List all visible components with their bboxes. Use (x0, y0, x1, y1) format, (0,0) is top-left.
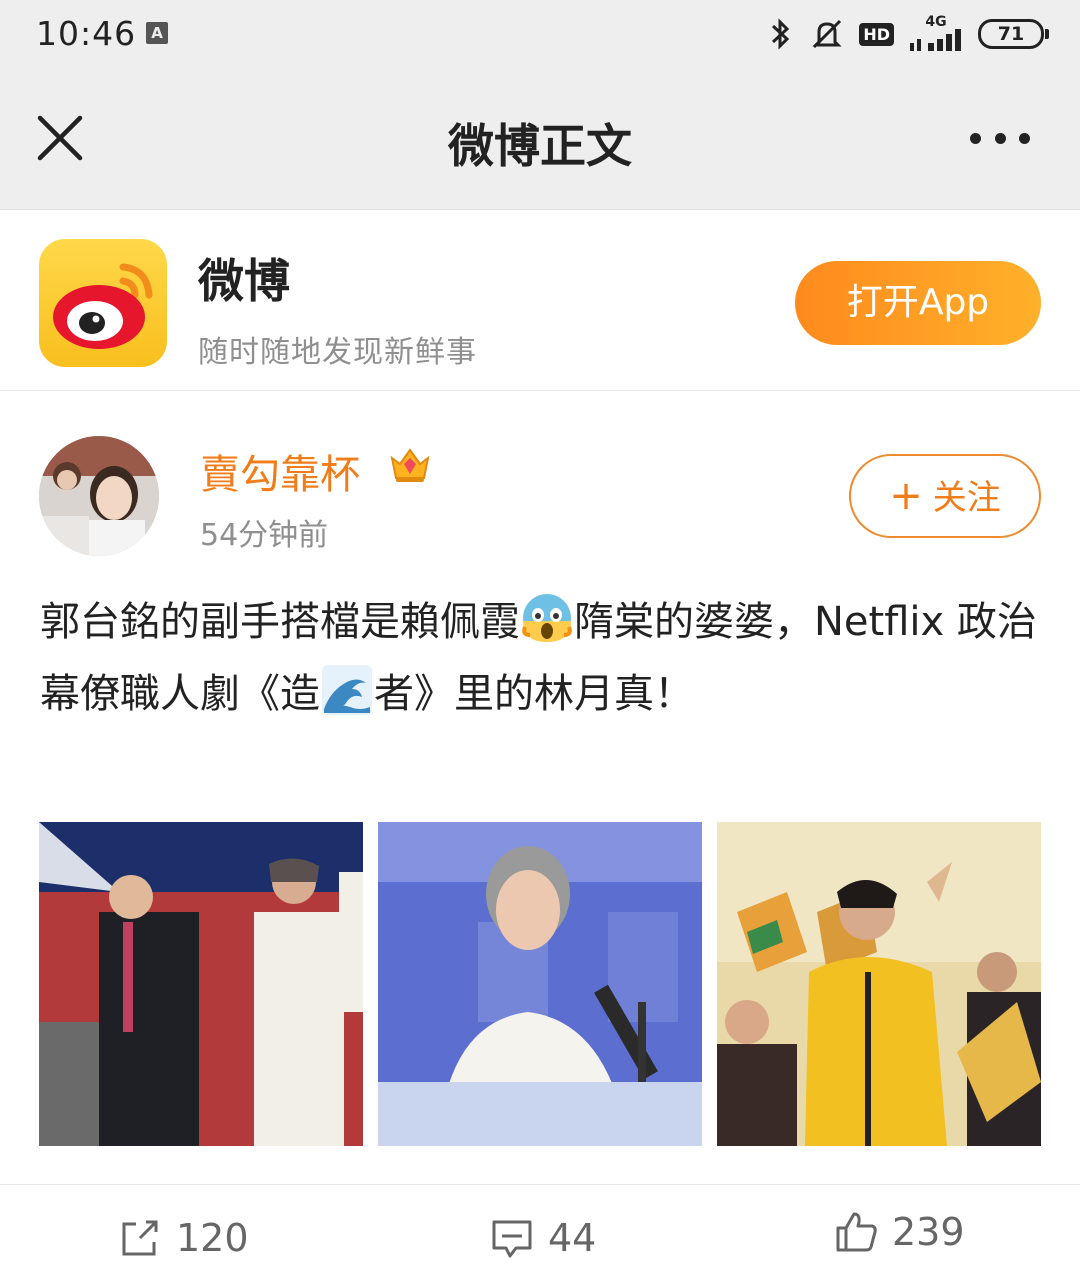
follow-label: 关注 (932, 478, 1001, 518)
thumbs-up-icon (836, 1212, 877, 1252)
open-app-button[interactable]: 打开App (795, 261, 1041, 345)
comment-count: 44 (548, 1216, 597, 1260)
comment-icon (492, 1220, 532, 1258)
post-text: 郭台銘的副手搭檔是賴佩霞 隋棠的婆婆，Netflix 政治幕僚職人劇《造 者》里… (40, 586, 1045, 730)
status-bar: 10:46 A HD 4G 71 (0, 0, 1080, 70)
hd-badge: HD (859, 22, 894, 46)
repost-button[interactable]: 120 (118, 1213, 249, 1263)
nav-bar: 微博正文 (0, 70, 1080, 210)
repost-icon (122, 1220, 158, 1256)
status-time: 10:46 (36, 14, 137, 53)
username[interactable]: 賣勾靠杯 (200, 442, 360, 500)
crown-icon (390, 448, 430, 482)
more-icon[interactable] (970, 126, 1030, 150)
post-text-part1: 郭台銘的副手搭檔是賴佩霞 (40, 599, 520, 645)
like-count: 239 (892, 1210, 965, 1254)
network-label: 4G (925, 14, 947, 30)
signal-icon (910, 29, 961, 51)
plus-icon: + (889, 473, 923, 519)
app-download-banner: 微博 随时随地发现新鲜事 打开App (0, 211, 1080, 391)
action-bar: 120 44 239 (0, 1184, 1080, 1284)
mute-bell-icon (812, 19, 842, 49)
battery-icon: 71 (978, 19, 1049, 49)
repost-count: 120 (176, 1216, 249, 1260)
wave-emoji-icon (322, 665, 372, 715)
weibo-logo-icon (39, 239, 167, 367)
comment-button[interactable]: 44 (490, 1213, 596, 1263)
follow-button[interactable]: + 关注 (849, 454, 1041, 538)
app-slogan: 随时随地发现新鲜事 (198, 335, 477, 370)
like-button[interactable]: 239 (834, 1207, 965, 1257)
avatar[interactable] (39, 436, 159, 556)
post-text-part3: 者》里的林月真！ (374, 671, 694, 717)
post-timestamp: 54分钟前 (200, 518, 329, 553)
signal-group: 4G (908, 15, 964, 53)
post-image-3[interactable] (717, 822, 1041, 1146)
page-title: 微博正文 (448, 119, 632, 173)
post-image-2[interactable] (378, 822, 702, 1146)
status-icons: HD 4G 71 (767, 14, 1049, 54)
app-name: 微博 (198, 254, 290, 308)
image-grid (39, 822, 1041, 1146)
post-image-1[interactable] (39, 822, 363, 1146)
post-header: 賣勾靠杯 54分钟前 + 关注 (0, 392, 1080, 572)
scream-emoji-icon (522, 594, 572, 642)
bluetooth-icon (772, 18, 790, 50)
notification-a-icon: A (146, 22, 168, 44)
